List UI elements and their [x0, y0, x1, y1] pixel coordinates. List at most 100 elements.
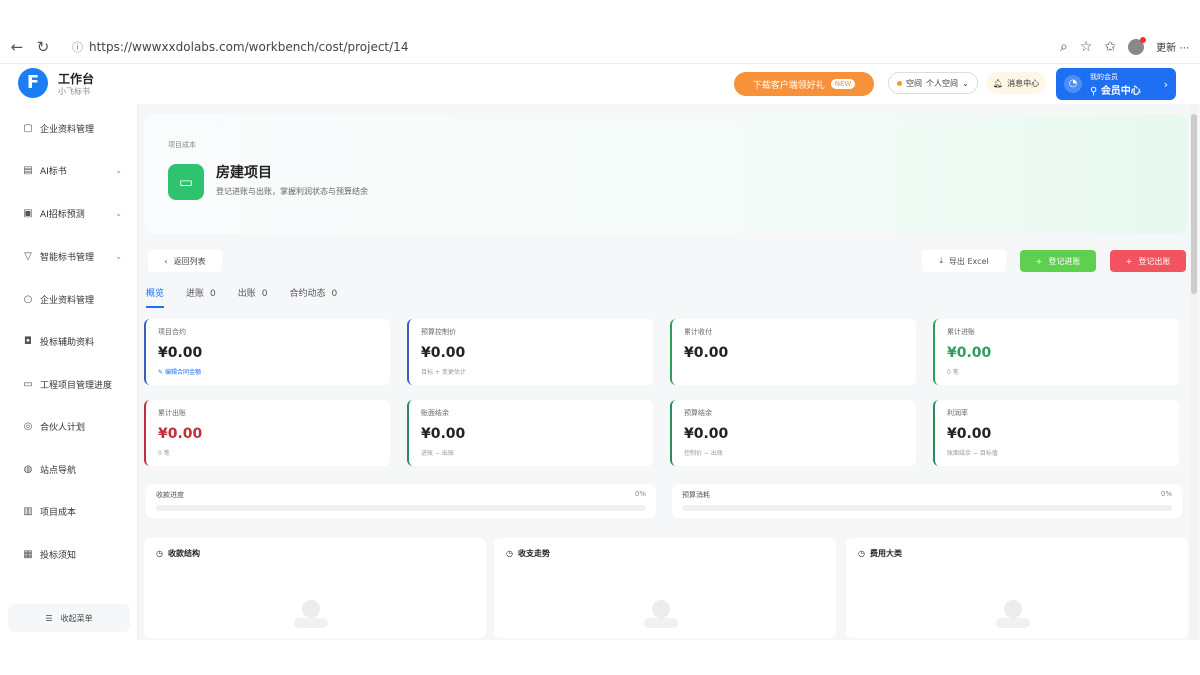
tab-label: 概览 — [146, 289, 165, 299]
stat-label: 累计进账 — [947, 328, 975, 336]
add-expense-button[interactable]: + 登记出账 — [1110, 250, 1186, 272]
stat-label: 预算控制价 — [421, 328, 456, 336]
page-title: 房建项目 — [216, 165, 272, 181]
browser-more-button[interactable]: 更新 ⋯ — [1156, 39, 1189, 54]
clock-icon: ◷ — [858, 549, 865, 558]
browser-toolbar: ← ↻ ⓘ https://wwwxxdolabs.com/workbench/… — [0, 30, 1200, 64]
stat-card-contract: 项目合约 ¥0.00 ✎ 编辑合同金额 — [144, 319, 390, 385]
collapse-menu-button[interactable]: ☰ 收起菜单 — [8, 604, 130, 632]
progress-label: 收款进度 — [156, 491, 184, 499]
sidebar-item-label: 投标须知 — [40, 550, 77, 561]
stat-value: ¥0.00 — [421, 426, 466, 442]
sidebar-item-label: 智能标书管理 — [40, 252, 95, 263]
profile-avatar[interactable] — [1128, 36, 1147, 55]
panel-title: ◷ 收款结构 — [156, 548, 474, 559]
workspace-value: 个人空间 — [926, 78, 958, 88]
stat-label: 账面结余 — [421, 409, 449, 417]
tab-label: 合约动态 — [289, 289, 326, 299]
sidebar-item-bid-management[interactable]: ▽ 智能标书管理 ⌄ — [22, 246, 122, 266]
sidebar-item-ai-bid[interactable]: ▤ AI标书 ⌄ — [22, 160, 122, 180]
document-icon: ▤ — [23, 164, 33, 176]
sidebar-item-project-progress[interactable]: ▭ 工程项目管理进度 — [22, 374, 122, 394]
workspace-select[interactable]: 空间 个人空间 ⌄ — [888, 72, 978, 94]
tab-count: 0 — [331, 289, 338, 299]
folder-icon: ▭ — [168, 164, 204, 200]
panel-title: ◷ 收支走势 — [506, 548, 824, 559]
sidebar-item-project-cost[interactable]: ▥ 项目成本 — [22, 501, 122, 521]
tab-bar: 概览 进账 0 出账 0 合约动态 0 — [146, 286, 359, 308]
tab-label: 出账 — [237, 289, 256, 299]
download-client-button[interactable]: 下载客户端领好礼 NEW — [734, 72, 874, 96]
plus-icon: + — [1035, 256, 1043, 266]
stat-card-total-income: 累计进账 ¥0.00 0 笔 — [933, 319, 1179, 385]
sidebar-item-label: 项目成本 — [40, 507, 77, 518]
empty-state-icon — [996, 600, 1030, 630]
chart-icon: ▣ — [23, 207, 33, 219]
chat-icon: ◘ — [24, 335, 32, 347]
empty-state-icon — [644, 600, 678, 630]
stat-value: ¥0.00 — [947, 345, 992, 361]
panel-collection-structure: ◷ 收款结构 — [144, 538, 486, 638]
stat-label: 累计出账 — [158, 409, 186, 417]
edit-contract-link[interactable]: ✎ 编辑合同金额 — [158, 367, 378, 376]
site-info-icon[interactable]: ⓘ — [72, 39, 83, 55]
back-to-list-button[interactable]: ‹ 返回列表 — [148, 250, 222, 272]
export-excel-label: 导出 Excel — [948, 256, 989, 266]
app-logo[interactable]: F — [18, 68, 48, 98]
sidebar-item-label: 投标辅助资料 — [40, 337, 95, 348]
app-title: 工作台 — [58, 72, 95, 86]
tab-income[interactable]: 进账 0 — [186, 286, 216, 304]
progress-percent: 0% — [1160, 490, 1172, 498]
message-center-button[interactable]: 🔔︎ 消息中心 — [986, 72, 1046, 94]
workspace-dot-icon — [897, 80, 902, 86]
stat-value: ¥0.00 — [684, 345, 729, 361]
address-bar[interactable]: ⓘ https://wwwxxdolabs.com/workbench/cost… — [62, 35, 1052, 59]
progress-card-collection: 收款进度 0% — [146, 484, 656, 518]
tab-label: 进账 — [186, 289, 205, 299]
export-excel-button[interactable]: ⤓ 导出 Excel — [922, 250, 1006, 272]
stat-note: 目标 + 变更估计 — [421, 369, 466, 376]
reload-icon[interactable]: ↻ — [34, 38, 52, 56]
sidebar-item-bid-notice[interactable]: ▦ 投标须知 — [22, 544, 122, 564]
app-subtitle: 小飞标书 — [58, 87, 90, 96]
stat-card-budget-balance: 预算结余 ¥0.00 控制价 − 出账 — [670, 400, 916, 466]
url-text: https://wwwxxdolabs.com/workbench/cost/p… — [89, 39, 409, 54]
star-icon[interactable]: ☆ — [1080, 39, 1093, 55]
progress-label: 预算消耗 — [682, 491, 710, 499]
user-icon: ⚲ — [1090, 85, 1098, 97]
stat-value: ¥0.00 — [947, 426, 992, 442]
bell-icon: 🔔︎ — [992, 78, 1004, 88]
tab-expense[interactable]: 出账 0 — [238, 286, 268, 304]
sidebar: ▢ 企业资料管理 ▤ AI标书 ⌄ ▣ AI招标预测 ⌄ ▽ 智能标书管理 ⌄ … — [0, 104, 138, 640]
chevron-down-icon: ⌄ — [115, 208, 122, 218]
promo-label: 下载客户端领好礼 — [752, 80, 825, 91]
scrollbar-thumb[interactable] — [1191, 114, 1197, 294]
partner-icon: ◎ — [23, 420, 33, 432]
panel-trend: ◷ 收支走势 — [494, 538, 836, 638]
sidebar-item-enterprise-data[interactable]: ▢ 企业资料管理 — [22, 118, 122, 138]
add-income-button[interactable]: + 登记进账 — [1020, 250, 1096, 272]
search-icon[interactable]: ⌕ — [1060, 39, 1068, 55]
tab-overview[interactable]: 概览 — [146, 286, 165, 308]
favorites-icon[interactable]: ✩ — [1104, 39, 1116, 55]
progress-track — [156, 505, 646, 511]
sidebar-item-bid-assist[interactable]: ◘ 投标辅助资料 — [22, 331, 122, 351]
stat-note: 0 笔 — [947, 369, 959, 376]
message-center-label: 消息中心 — [1007, 78, 1040, 88]
stat-note: 账面结余 − 目标值 — [947, 450, 998, 457]
back-arrow-icon[interactable]: ← — [8, 38, 26, 56]
member-center-button[interactable]: ◔ 我的会员 ⚲ 会员中心 › — [1056, 68, 1176, 100]
sidebar-item-site-nav[interactable]: ◍ 站点导航 — [22, 459, 122, 479]
chevron-down-icon: ⌄ — [962, 78, 969, 88]
sidebar-item-partner-plan[interactable]: ◎ 合伙人计划 — [22, 416, 122, 436]
tab-contract[interactable]: 合约动态 0 — [290, 286, 338, 304]
chevron-right-icon: › — [1163, 77, 1168, 91]
main-scrollbar[interactable] — [1190, 104, 1198, 640]
member-main-text: 会员中心 — [1100, 85, 1141, 97]
filter-icon: ▽ — [24, 250, 32, 262]
sidebar-item-ai-forecast[interactable]: ▣ AI招标预测 ⌄ — [22, 203, 122, 223]
stat-label: 项目合约 — [158, 328, 186, 336]
sidebar-item-enterprise-data-2[interactable]: ○ 企业资料管理 — [22, 289, 122, 309]
app-window: F 工作台 小飞标书 下载客户端领好礼 NEW 空间 个人空间 ⌄ 🔔︎ 消息中… — [0, 64, 1200, 640]
stat-note: 编辑合同金额 — [164, 369, 201, 376]
